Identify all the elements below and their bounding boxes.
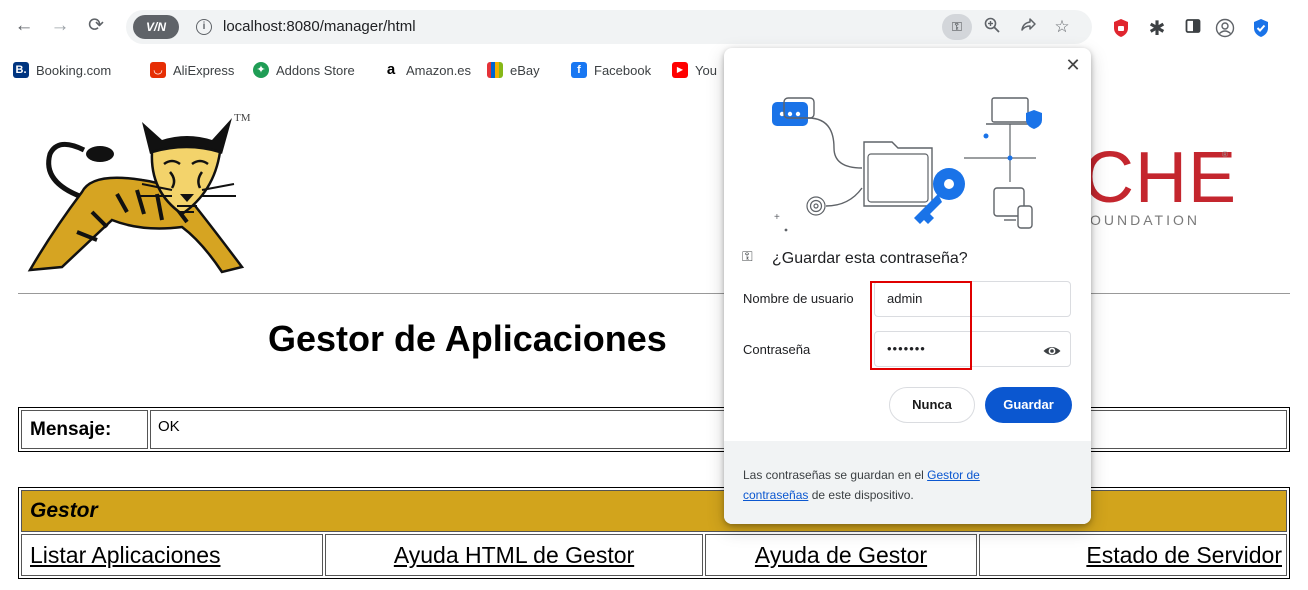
manager-help-link[interactable]: Ayuda de Gestor	[755, 542, 927, 568]
password-label: Contraseña	[743, 342, 811, 357]
manager-header: Gestor	[21, 490, 1287, 532]
ebay-icon: ▬	[487, 62, 503, 78]
manager-cell: Ayuda de Gestor	[705, 534, 977, 576]
bookmark-label: You	[695, 62, 717, 78]
close-icon[interactable]: ✕	[1062, 54, 1084, 76]
bookmark-youtube[interactable]: ▶ You	[672, 60, 717, 80]
bookmark-addons-store[interactable]: ✦ Addons Store	[253, 60, 355, 80]
zoom-icon[interactable]	[981, 16, 1003, 38]
shield-extension-icon[interactable]	[1110, 18, 1132, 40]
bookmark-label: AliExpress	[173, 62, 235, 78]
list-applications-link[interactable]: Listar Aplicaciones	[30, 542, 221, 568]
svg-text:+: +	[774, 212, 780, 223]
bookmark-amazon[interactable]: a Amazon.es	[383, 60, 471, 80]
side-panel-icon[interactable]	[1182, 18, 1204, 40]
bookmark-facebook[interactable]: f Facebook	[571, 60, 651, 80]
save-button[interactable]: Guardar	[985, 387, 1072, 423]
footer-text-end: de este dispositivo.	[808, 488, 914, 502]
bookmark-label: eBay	[510, 62, 540, 78]
share-icon[interactable]	[1017, 16, 1039, 38]
manager-cell: Ayuda HTML de Gestor	[325, 534, 703, 576]
tomcat-logo[interactable]	[22, 102, 262, 280]
bookmark-label: Booking.com	[36, 62, 112, 78]
username-field[interactable]: admin	[874, 281, 1071, 317]
registered-mark: ®	[1222, 150, 1228, 159]
bookmark-ebay[interactable]: ▬ eBay	[487, 60, 540, 80]
back-button[interactable]: ←	[12, 14, 36, 38]
manager-table: Gestor Listar Aplicaciones Ayuda HTML de…	[18, 487, 1290, 579]
bookmark-booking[interactable]: B. Booking.com	[13, 60, 111, 80]
reload-button[interactable]: ⟳	[84, 14, 108, 38]
password-key-icon[interactable]: ⚿	[942, 14, 972, 40]
amazon-icon: a	[383, 62, 399, 78]
never-button[interactable]: Nunca	[889, 387, 975, 423]
aliexpress-icon: ◡	[150, 62, 166, 78]
manager-cell: Listar Aplicaciones	[21, 534, 323, 576]
browser-toolbar: ← → ⟳ V/N i localhost:8080/manager/html …	[0, 0, 1308, 56]
password-footer-note: Las contraseñas se guardan en el Gestor …	[724, 441, 1091, 524]
bookmark-label: Amazon.es	[406, 62, 472, 78]
security-shield-icon[interactable]	[1250, 18, 1272, 40]
password-illustration: +	[764, 88, 1054, 248]
username-label: Nombre de usuario	[743, 291, 854, 306]
show-password-eye-icon[interactable]	[1042, 341, 1062, 361]
divider	[18, 293, 1290, 294]
manager-cell: Estado de Servidor	[979, 534, 1287, 576]
addons-store-icon: ✦	[253, 62, 269, 78]
server-status-link[interactable]: Estado de Servidor	[1086, 542, 1282, 568]
bookmark-label: Facebook	[594, 62, 652, 78]
address-bar[interactable]: V/N i localhost:8080/manager/html ⚿ ☆	[126, 10, 1092, 44]
url-text[interactable]: localhost:8080/manager/html	[223, 18, 416, 35]
message-label: Mensaje:	[21, 410, 148, 449]
bookmark-label: Addons Store	[276, 62, 355, 78]
save-password-dialog: ✕ + ⚿ ¿Guardar esta contraseña? Nombre d…	[724, 48, 1091, 524]
booking-icon: B.	[13, 62, 29, 78]
save-password-question: ¿Guardar esta contraseña?	[772, 250, 968, 267]
site-info-icon[interactable]: i	[196, 19, 212, 35]
bookmark-aliexpress[interactable]: ◡ AliExpress	[150, 60, 234, 80]
password-manager-link[interactable]: Gestor de	[927, 468, 980, 482]
vpn-badge[interactable]: V/N	[133, 15, 179, 39]
youtube-icon: ▶	[672, 62, 688, 78]
key-icon: ⚿	[742, 248, 753, 264]
apache-logo-text[interactable]: CHE	[1082, 142, 1237, 214]
extensions-puzzle-icon[interactable]: ✱	[1146, 18, 1168, 40]
footer-text: Las contraseñas se guardan en el	[743, 468, 928, 482]
facebook-icon: f	[571, 62, 587, 78]
bookmark-star-icon[interactable]: ☆	[1051, 16, 1073, 38]
apache-foundation-text: OUNDATION	[1090, 212, 1200, 228]
html-manager-help-link[interactable]: Ayuda HTML de Gestor	[394, 542, 634, 568]
password-manager-link-continued[interactable]: contraseñas	[743, 488, 808, 502]
trademark-label: TM	[234, 112, 251, 124]
profile-avatar-icon[interactable]	[1214, 18, 1236, 40]
message-table: Mensaje: OK	[18, 407, 1290, 452]
bookmarks-bar: B. Booking.com ◡ AliExpress ✦ Addons Sto…	[0, 56, 1308, 84]
forward-button[interactable]: →	[48, 14, 72, 38]
page-title: Gestor de Aplicaciones	[268, 318, 667, 359]
message-value: OK	[150, 410, 1287, 449]
